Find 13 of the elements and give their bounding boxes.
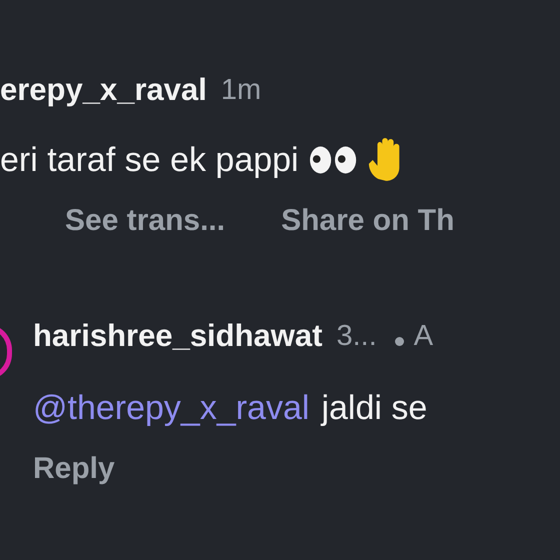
comment-text: jaldi se [321,388,428,428]
username[interactable]: erepy_x_raval [0,72,207,108]
timestamp: 1m [220,74,262,106]
comment-text: eri taraf se ek pappi [0,140,299,180]
username[interactable]: harishree_sidhawat [33,318,322,354]
action-link[interactable]: Share on Th [281,204,454,238]
eyes-icon [308,145,359,175]
reply-link[interactable]: Reply [33,452,115,486]
mention-link[interactable]: @therepy_x_raval [33,388,310,428]
timestamp: 3... [336,320,377,352]
author-label: A [414,320,434,352]
separator-dot [394,336,404,346]
action-link[interactable]: See trans... [65,204,226,238]
